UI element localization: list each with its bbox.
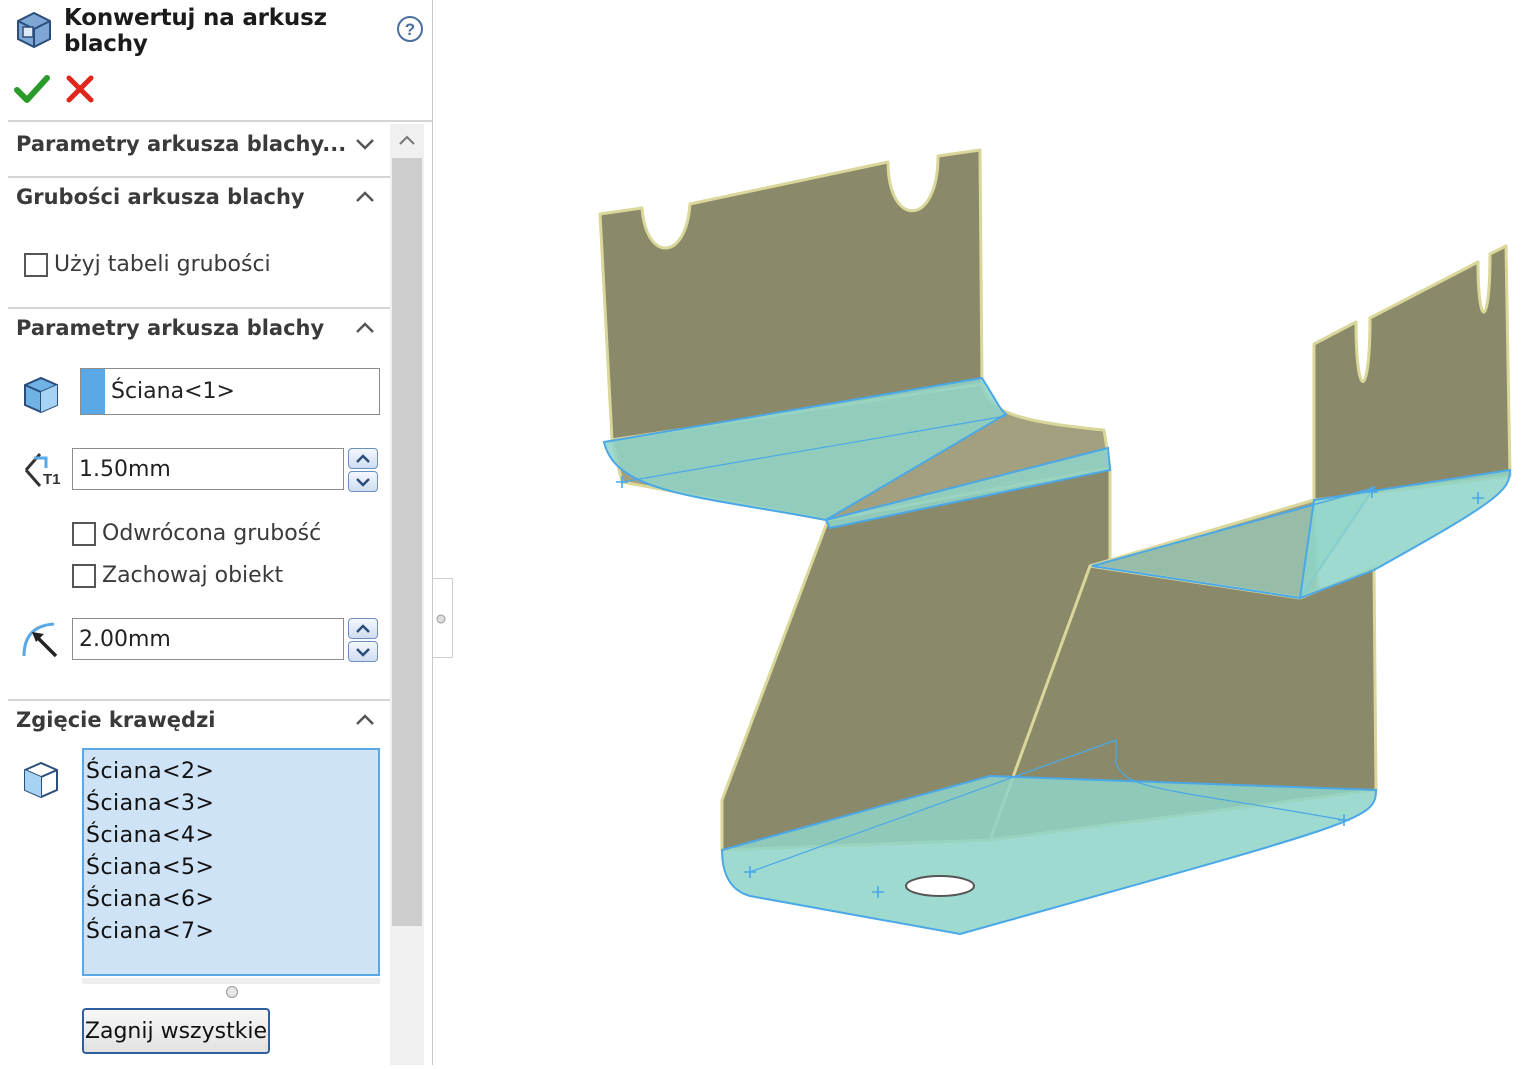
help-icon[interactable]: ? — [396, 15, 424, 47]
bend-edges-face-icon — [22, 760, 60, 804]
section-bend-edges[interactable]: Zgięcie krawędzi — [8, 697, 390, 743]
sheet-metal-feature-icon — [14, 9, 54, 53]
scroll-up-arrow-icon[interactable] — [398, 132, 416, 151]
svg-text:?: ? — [405, 20, 415, 39]
fixed-face-selection-box[interactable]: Ściana<1> — [80, 368, 380, 415]
property-manager: Konwertuj na arkusz blachy ? Parametry a… — [0, 0, 433, 1065]
bend-radius-input[interactable]: 2.00mm — [72, 618, 344, 660]
checkbox-label: Zachowaj obiekt — [102, 563, 284, 588]
list-item[interactable]: Ściana<5> — [86, 852, 378, 884]
use-gauge-table-option[interactable]: Użyj tabeli grubości — [24, 252, 271, 277]
reverse-thickness-checkbox[interactable] — [72, 521, 96, 546]
spin-up-button[interactable] — [348, 448, 378, 469]
spin-down-button[interactable] — [348, 471, 378, 492]
title-bar: Konwertuj na arkusz blachy ? — [14, 5, 424, 57]
thickness-value: 1.50mm — [79, 456, 171, 482]
chevron-up-icon[interactable] — [354, 317, 376, 339]
use-gauge-table-checkbox[interactable] — [24, 252, 48, 277]
section-title: Parametry arkusza blachy — [16, 316, 325, 340]
list-item[interactable]: Ściana<2> — [86, 756, 378, 788]
selection-color-swatch — [81, 369, 105, 414]
panel-splitter-handle[interactable] — [433, 578, 453, 658]
thickness-icon: T1 — [20, 448, 64, 494]
collect-all-bends-button[interactable]: Zagnij wszystkie — [82, 1008, 270, 1054]
checkmark-icon[interactable] — [14, 71, 50, 111]
fixed-face-icon — [22, 375, 60, 419]
checkbox-label: Użyj tabeli grubości — [54, 252, 271, 277]
checkbox-label: Odwrócona grubość — [102, 521, 322, 546]
scrollbar-thumb[interactable] — [392, 158, 422, 926]
bend-edges-list[interactable]: Ściana<2> Ściana<3> Ściana<4> Ściana<5> … — [82, 748, 380, 976]
action-buttons — [14, 70, 96, 112]
chevron-down-icon[interactable] — [354, 133, 376, 155]
spin-up-button[interactable] — [348, 618, 378, 639]
section-title: Grubości arkusza blachy — [16, 185, 305, 209]
section-sheet-metal-params[interactable]: Parametry arkusza blachy — [8, 305, 390, 351]
panel-title: Konwertuj na arkusz blachy — [64, 5, 327, 57]
list-resize-handle[interactable] — [226, 986, 238, 998]
svg-text:T1: T1 — [43, 471, 61, 488]
bend-radius-icon — [20, 618, 64, 664]
thickness-input[interactable]: 1.50mm — [72, 448, 344, 490]
section-gauges[interactable]: Grubości arkusza blachy — [8, 174, 390, 220]
bend-radius-value: 2.00mm — [79, 626, 171, 652]
sheet-metal-part-model[interactable] — [454, 0, 1536, 1065]
bend-radius-spinner[interactable] — [348, 618, 378, 662]
keep-body-option[interactable]: Zachowaj obiekt — [72, 563, 283, 588]
thickness-spinner[interactable] — [348, 448, 378, 492]
graphics-area[interactable] — [454, 0, 1536, 1065]
list-item[interactable]: Ściana<4> — [86, 820, 378, 852]
list-resize-bar[interactable] — [82, 978, 380, 984]
chevron-up-icon[interactable] — [354, 709, 376, 731]
cross-icon[interactable] — [64, 73, 96, 109]
spin-down-button[interactable] — [348, 641, 378, 662]
chevron-up-icon[interactable] — [354, 186, 376, 208]
list-item[interactable]: Ściana<3> — [86, 788, 378, 820]
section-sheet-metal-params-collapsed[interactable]: Parametry arkusza blachy... — [8, 121, 390, 167]
keep-body-checkbox[interactable] — [72, 563, 96, 588]
fixed-face-value: Ściana<1> — [111, 379, 235, 404]
mounting-hole — [905, 875, 975, 897]
list-item[interactable]: Ściana<6> — [86, 884, 378, 916]
section-title: Parametry arkusza blachy... — [16, 132, 347, 156]
list-item[interactable]: Ściana<7> — [86, 916, 378, 948]
section-title: Zgięcie krawędzi — [16, 708, 216, 732]
reverse-thickness-option[interactable]: Odwrócona grubość — [72, 521, 321, 546]
